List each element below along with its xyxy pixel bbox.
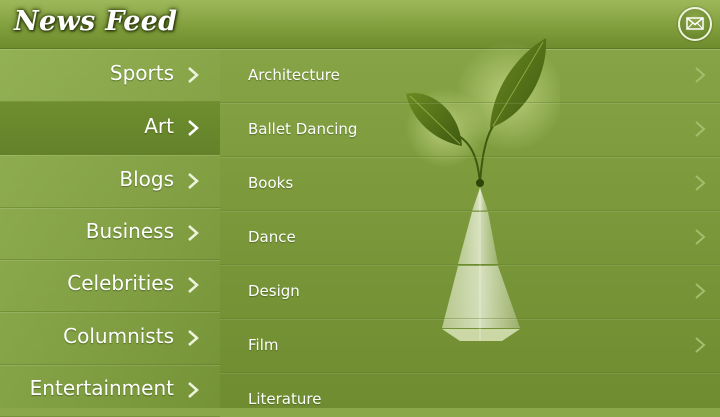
chevron-right-icon xyxy=(695,283,706,299)
category-item-business[interactable]: Business xyxy=(0,207,220,260)
subcategory-item-ballet-dancing[interactable]: Ballet Dancing xyxy=(220,103,720,157)
subcategory-label: Dance xyxy=(248,228,296,246)
subcategory-label: Design xyxy=(248,282,300,300)
subcategory-item-dance[interactable]: Dance xyxy=(220,211,720,265)
category-label: Sports xyxy=(109,61,174,85)
category-item-columnists[interactable]: Columnists xyxy=(0,312,220,365)
header-bar: News Feed xyxy=(0,0,720,49)
chevron-right-icon xyxy=(188,330,199,346)
subcategory-label: Literature xyxy=(248,390,322,408)
chevron-right-icon xyxy=(695,121,706,137)
subcategory-label: Architecture xyxy=(248,66,340,84)
category-item-entertainment[interactable]: Entertainment xyxy=(0,364,220,417)
category-list: Sports Art Blogs Business Celebrities Co… xyxy=(0,49,220,417)
chevron-right-icon xyxy=(695,337,706,353)
chevron-right-icon xyxy=(188,382,199,398)
subcategory-item-books[interactable]: Books xyxy=(220,157,720,211)
subcategory-label: Ballet Dancing xyxy=(248,120,358,138)
chevron-right-icon xyxy=(188,67,199,83)
chevron-right-icon xyxy=(695,175,706,191)
category-label: Entertainment xyxy=(29,376,174,400)
category-item-blogs[interactable]: Blogs xyxy=(0,155,220,208)
category-label: Business xyxy=(85,219,174,243)
subcategory-item-design[interactable]: Design xyxy=(220,265,720,319)
subcategory-label: Film xyxy=(248,336,279,354)
chevron-right-icon xyxy=(188,277,199,293)
category-label: Blogs xyxy=(119,167,174,191)
chevron-right-icon xyxy=(695,229,706,245)
subcategory-item-film[interactable]: Film xyxy=(220,319,720,373)
subcategory-item-literature[interactable]: Literature xyxy=(220,373,720,408)
category-item-sports[interactable]: Sports xyxy=(0,49,220,102)
category-item-art[interactable]: Art xyxy=(0,102,220,155)
category-label: Columnists xyxy=(63,324,174,348)
mail-button[interactable] xyxy=(678,7,712,41)
app-title: News Feed xyxy=(14,6,178,37)
category-item-celebrities[interactable]: Celebrities xyxy=(0,259,220,312)
chevron-right-icon xyxy=(188,225,199,241)
envelope-icon xyxy=(686,17,704,30)
category-label: Art xyxy=(144,114,174,138)
category-label: Celebrities xyxy=(67,271,174,295)
subcategory-item-architecture[interactable]: Architecture xyxy=(220,49,720,103)
chevron-right-icon xyxy=(695,67,706,83)
subcategory-label: Books xyxy=(248,174,294,192)
chevron-right-icon xyxy=(188,173,199,189)
chevron-right-icon xyxy=(188,120,199,136)
